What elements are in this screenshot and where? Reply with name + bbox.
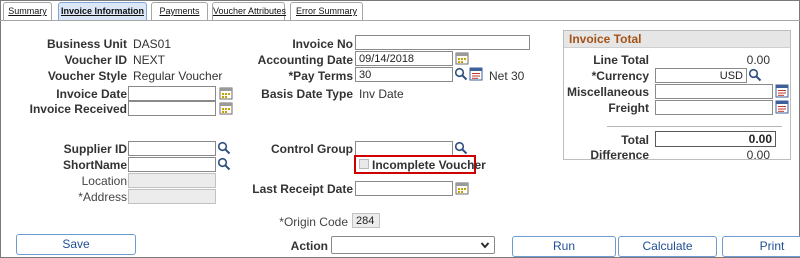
tab-payments[interactable]: Payments (151, 2, 208, 20)
incomplete-voucher-label: Incomplete Voucher (372, 158, 486, 172)
chevron-down-icon (480, 242, 490, 249)
calendar-icon[interactable] (219, 101, 233, 115)
location-label: Location (81, 174, 127, 188)
print-button[interactable]: Print (722, 236, 800, 257)
calendar-icon[interactable] (455, 181, 469, 195)
pay-terms-description: Net 30 (489, 69, 525, 83)
last-receipt-date-field[interactable] (355, 181, 453, 196)
accounting-date-label: Accounting Date (257, 53, 353, 67)
voucher-style-label: Voucher Style (47, 69, 127, 83)
lookup-icon[interactable] (748, 68, 762, 82)
basis-date-type-label: Basis Date Type (261, 87, 353, 101)
calculate-button[interactable]: Calculate (618, 236, 717, 257)
shortname-label: ShortName (62, 158, 127, 172)
last-receipt-date-label: Last Receipt Date (252, 182, 353, 196)
invoice-total-title: Invoice Total (564, 31, 790, 48)
freight-field[interactable] (655, 100, 773, 115)
business-unit-label: Business Unit (46, 37, 127, 51)
tab-error-summary[interactable]: Error Summary (290, 2, 363, 20)
location-field (128, 173, 216, 188)
freight-label: Freight (608, 101, 649, 115)
currency-field[interactable] (655, 68, 747, 83)
tab-divider (0, 20, 800, 21)
currency-label: *Currency (591, 69, 649, 83)
pay-terms-field[interactable] (355, 67, 453, 82)
difference-label: Difference (590, 148, 649, 162)
miscellaneous-label: Miscellaneous (566, 85, 649, 99)
origin-code-label: *Origin Code (279, 215, 348, 229)
calendar-icon[interactable] (455, 51, 469, 65)
action-label: Action (290, 239, 328, 253)
supplier-id-field[interactable] (128, 141, 216, 156)
address-field (128, 189, 216, 204)
invoice-received-label: Invoice Received (29, 102, 127, 116)
line-total-value: 0.00 (746, 53, 770, 67)
total-field (655, 131, 776, 147)
voucher-style-value: Regular Voucher (133, 69, 223, 83)
pay-terms-label: *Pay Terms (288, 69, 353, 83)
business-unit-value: DAS01 (133, 37, 172, 51)
accounting-date-field[interactable] (355, 51, 453, 66)
control-group-field[interactable] (355, 141, 453, 156)
invoice-date-label: Invoice Date (56, 87, 127, 101)
voucher-id-value: NEXT (133, 53, 166, 67)
lookup-icon[interactable] (217, 157, 231, 171)
tab-summary[interactable]: Summary (3, 2, 52, 20)
line-total-label: Line Total (593, 53, 649, 67)
supplier-id-label: Supplier ID (63, 142, 127, 156)
invoice-no-field[interactable] (355, 35, 530, 50)
control-group-label: Control Group (271, 142, 353, 156)
tab-invoice-information[interactable]: Invoice Information (58, 2, 147, 20)
detail-icon[interactable] (775, 100, 789, 114)
basis-date-type-value: Inv Date (359, 87, 404, 101)
calendar-icon[interactable] (219, 86, 233, 100)
lookup-icon[interactable] (454, 141, 468, 155)
origin-code-field (352, 213, 380, 228)
incomplete-voucher-checkbox[interactable] (359, 159, 369, 169)
invoice-no-label: Invoice No (292, 37, 353, 51)
run-button[interactable]: Run (512, 236, 616, 257)
voucher-id-label: Voucher ID (64, 53, 127, 67)
invoice-total-panel: Invoice Total Line Total 0.00 *Currency … (563, 30, 791, 162)
detail-icon[interactable] (775, 84, 789, 98)
save-button[interactable]: Save (16, 234, 136, 255)
address-label: *Address (78, 190, 127, 204)
lookup-icon[interactable] (217, 141, 231, 155)
total-label: Total (621, 133, 649, 147)
invoice-received-field[interactable] (128, 101, 216, 116)
miscellaneous-field[interactable] (655, 84, 773, 99)
detail-icon[interactable] (469, 67, 483, 81)
total-divider (607, 126, 782, 127)
tab-voucher-attributes[interactable]: Voucher Attributes (212, 2, 286, 20)
lookup-icon[interactable] (454, 67, 468, 81)
difference-value: 0.00 (746, 148, 770, 162)
shortname-field[interactable] (128, 157, 216, 172)
invoice-date-field[interactable] (128, 86, 216, 101)
action-select[interactable] (331, 236, 495, 254)
